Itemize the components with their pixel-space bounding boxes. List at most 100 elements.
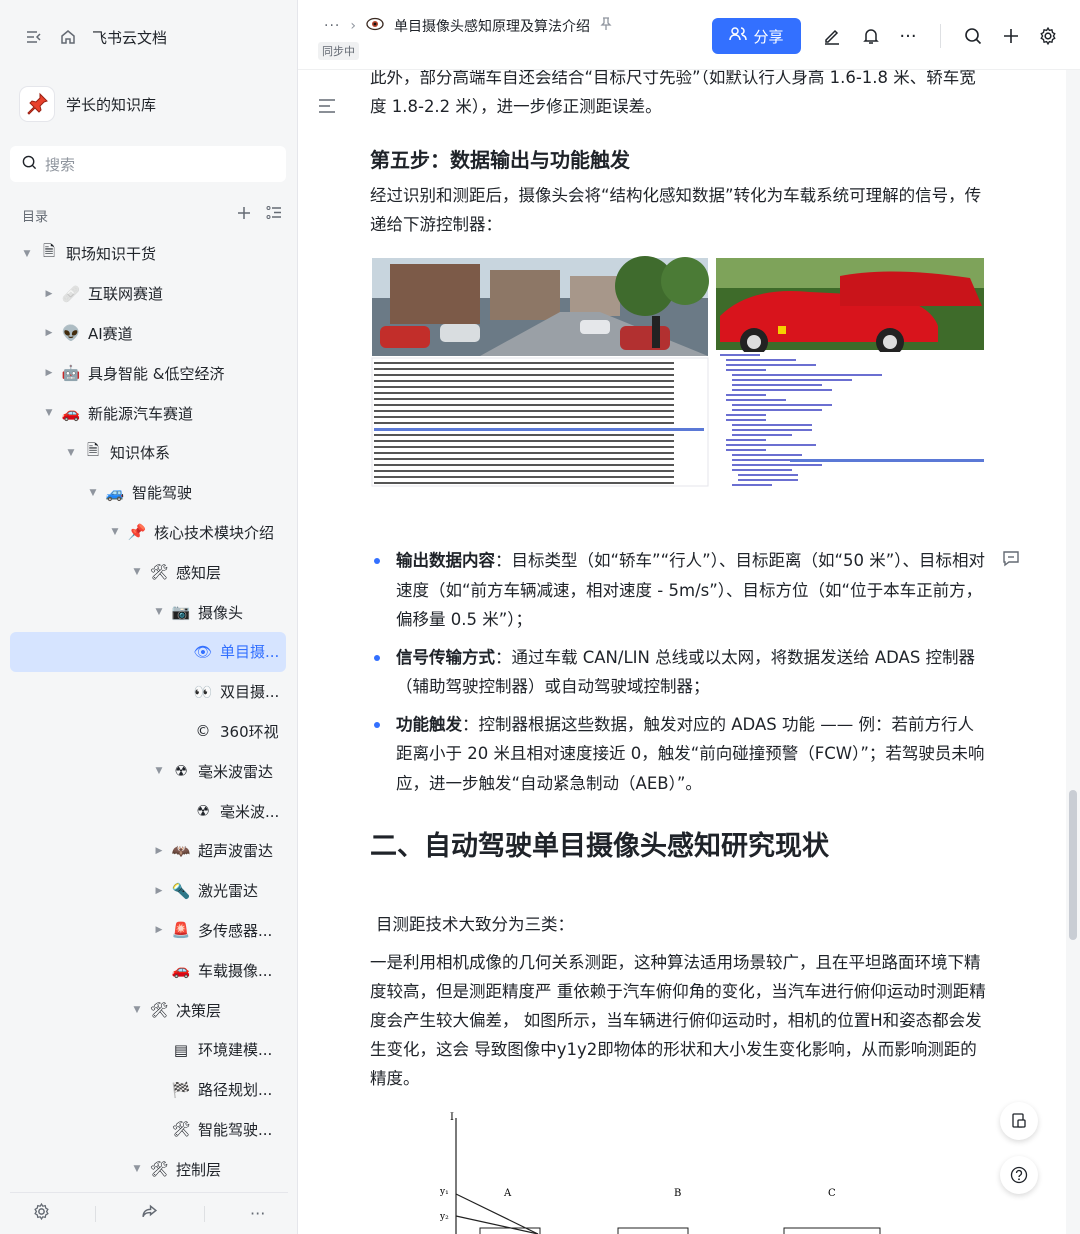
tree-item[interactable]: 🛠 智能驾驶... — [10, 1110, 286, 1150]
chevron-right-icon[interactable]: ▶ — [152, 886, 166, 896]
chevron-down-icon[interactable]: ▼ — [20, 249, 34, 259]
breadcrumb-more-icon[interactable]: ··· — [324, 18, 340, 34]
tree-item-label: 职场知识干货 — [66, 245, 157, 264]
plus-icon[interactable] — [997, 22, 1025, 50]
tree-item[interactable]: ▶ 🤖 具身智能 &低空经济 — [10, 353, 286, 393]
tree-item-label: 超声波雷达 — [198, 842, 274, 861]
doc-content: 此外，部分高端车自还会结合“目标尺寸先验”（如默认行人身高 1.6-1.8 米、… — [298, 70, 1068, 1234]
settings-icon[interactable] — [33, 1202, 50, 1224]
outline-icon[interactable] — [318, 98, 336, 117]
tree-item[interactable]: ▼ 📷 摄像头 — [10, 592, 286, 632]
toc-header: 目录 — [22, 202, 282, 228]
tree-item[interactable]: ▼ 🛠 决策层 — [10, 990, 286, 1030]
tree-item[interactable]: ▼ 🚙 智能驾驶 — [10, 473, 286, 513]
doc-icon: 🗎 — [42, 242, 56, 261]
doc-title[interactable]: 单目摄像头感知原理及算法介绍 — [394, 16, 590, 36]
street-photo — [372, 256, 709, 356]
scrollbar[interactable] — [1066, 70, 1080, 1234]
tree-item[interactable]: ▶ 🔦 激光雷达 — [10, 871, 286, 911]
tree-item[interactable]: ▶ 🚨 多传感器... — [10, 911, 286, 951]
chevron-down-icon[interactable]: ▼ — [64, 448, 78, 458]
tree-item[interactable]: 🏁 路径规划... — [10, 1070, 286, 1110]
chevron-down-icon[interactable]: ▼ — [130, 567, 144, 577]
chevron-down-icon[interactable]: ▼ — [86, 488, 100, 498]
bell-icon[interactable] — [857, 22, 885, 50]
bullet-bold: 输出数据内容 — [396, 551, 495, 570]
chevron-right-icon[interactable]: ▶ — [42, 368, 56, 378]
tree-item[interactable]: ▤ 环境建模... — [10, 1030, 286, 1070]
radiation-icon: ☢ — [196, 802, 210, 821]
annotation-figure[interactable] — [370, 256, 986, 488]
tree-item[interactable]: ▼ 🗎 职场知识干货 — [10, 234, 286, 274]
flag-icon: 🏁 — [171, 1080, 191, 1099]
sidebar: 飞书云文档 学长的知识库 搜索 目录 ▼� — [0, 0, 298, 1234]
doc-tree: ▼ 🗎 职场知识干货 ▶ 🩹 互联网赛道 ▶ 👽 AI赛道 ▶ 🤖 具身智能 &低空经济 ▼ 🚗 新能源汽车… — [10, 234, 286, 1189]
tree-item[interactable]: ▼ 🛠 感知层 — [10, 552, 286, 592]
diagram-label-y2: y₂ — [439, 1212, 449, 1222]
xml-annotation — [716, 352, 984, 486]
share-button[interactable]: 分享 — [712, 18, 801, 54]
chevron-right-icon[interactable]: ▶ — [42, 328, 56, 338]
tree-item-label: 环境建模... — [198, 1041, 273, 1060]
bullet-text: ：控制器根据这些数据，触发对应的 ADAS 功能 —— 例：若前方行人距离小于 … — [396, 714, 985, 793]
search-icon[interactable] — [959, 22, 987, 50]
edit-icon[interactable] — [818, 22, 846, 50]
toc-label: 目录 — [22, 209, 49, 225]
eyes-icon: 👀 — [193, 682, 213, 701]
tree-item[interactable]: ▼ ☢ 毫米波雷达 — [10, 751, 286, 791]
chevron-down-icon[interactable]: ▼ — [130, 1005, 144, 1015]
pin-doc-icon[interactable] — [600, 17, 612, 35]
diagram-label-b: B — [674, 1188, 681, 1199]
knowledge-base-header[interactable]: 学长的知识库 — [20, 84, 156, 124]
tree-item[interactable]: 🚗 车载摄像... — [10, 950, 286, 990]
chevron-right-icon[interactable]: ▶ — [152, 925, 166, 935]
chevron-down-icon[interactable]: ▼ — [42, 408, 56, 418]
more-options-icon[interactable]: ··· — [894, 22, 922, 50]
tree-item-label: 双目摄... — [220, 683, 280, 702]
help-button[interactable] — [1000, 1156, 1038, 1194]
chevron-down-icon[interactable]: ▼ — [108, 527, 122, 537]
share-out-icon[interactable] — [141, 1203, 158, 1224]
tree-item-label: 决策层 — [176, 1001, 222, 1020]
chevron-down-icon[interactable]: ▼ — [130, 1164, 144, 1174]
tree-item[interactable]: ▼ 🚗 新能源汽车赛道 — [10, 393, 286, 433]
pin-icon — [20, 87, 54, 121]
tree-item[interactable]: © 360环视 — [10, 712, 286, 752]
alien-icon: 👽 — [61, 324, 81, 343]
tree-item[interactable]: 👀 双目摄... — [10, 672, 286, 712]
list-item: 输出数据内容：目标类型（如“轿车”“行人”）、目标距离（如“50 米”）、目标相… — [370, 546, 990, 635]
list-options-icon[interactable] — [266, 205, 282, 226]
tree-item[interactable]: ▶ 👽 AI赛道 — [10, 314, 286, 354]
tree-item[interactable]: ☢ 毫米波... — [10, 791, 286, 831]
add-icon[interactable] — [236, 205, 252, 226]
app-title[interactable]: 飞书云文档 — [92, 27, 167, 48]
tree-item[interactable]: ▶ 🩹 互联网赛道 — [10, 274, 286, 314]
more-icon[interactable]: ··· — [250, 1204, 265, 1223]
chevron-down-icon[interactable]: ▼ — [152, 766, 166, 776]
doc-header: ··· › 单目摄像头感知原理及算法介绍 同步中 分享 ··· — [298, 0, 1080, 70]
search-icon — [22, 155, 37, 174]
collapse-sidebar-icon[interactable] — [24, 27, 44, 47]
gear-icon[interactable] — [1034, 22, 1062, 50]
help-icon — [1010, 1166, 1028, 1184]
doc-tools-button[interactable] — [1000, 1102, 1038, 1140]
tree-item[interactable]: 👁 单目摄... — [10, 631, 286, 672]
tools-icon: 🛠 — [149, 1001, 169, 1020]
sidebar-topbar: 飞书云文档 — [24, 22, 167, 52]
tree-item-label: AI赛道 — [88, 324, 133, 343]
radiation-icon: ☢ — [174, 762, 188, 781]
section2-intro: 目测距技术大致分为三类： — [376, 915, 574, 934]
sync-status: 同步中 — [318, 42, 359, 60]
tree-item[interactable]: ▼ 🗎 知识体系 — [10, 433, 286, 473]
scrollbar-thumb[interactable] — [1069, 790, 1077, 940]
chevron-right-icon[interactable]: ▶ — [42, 289, 56, 299]
tree-item[interactable]: ▼ 📌 核心技术模块介绍 — [10, 513, 286, 553]
breadcrumb: ··· › 单目摄像头感知原理及算法介绍 — [324, 16, 612, 36]
search-input[interactable]: 搜索 — [10, 146, 286, 182]
chevron-down-icon[interactable]: ▼ — [152, 607, 166, 617]
home-icon[interactable] — [58, 27, 78, 47]
tree-item[interactable]: ▶ 🦇 超声波雷达 — [10, 831, 286, 871]
comment-icon[interactable] — [1002, 550, 1020, 572]
tree-item[interactable]: ▼ 🛠 控制层 — [10, 1149, 286, 1189]
chevron-right-icon[interactable]: ▶ — [152, 846, 166, 856]
